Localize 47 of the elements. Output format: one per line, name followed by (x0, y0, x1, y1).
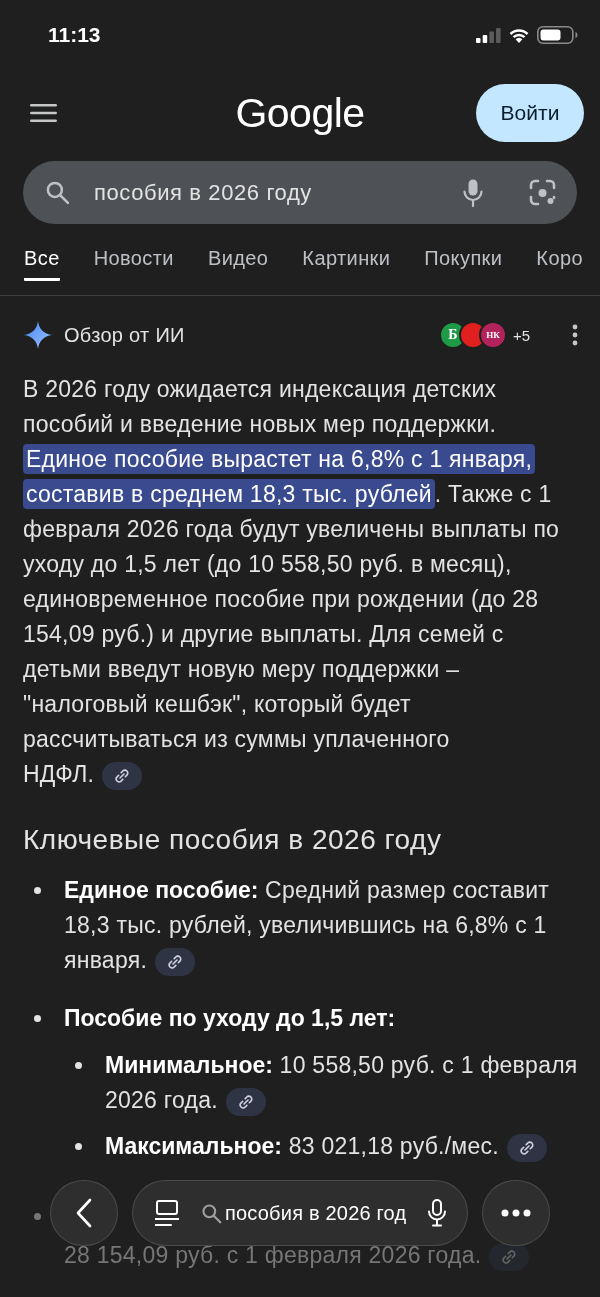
link-icon (519, 1140, 534, 1155)
more-icon[interactable] (572, 324, 578, 346)
mic-icon[interactable] (427, 1199, 447, 1227)
sparkle-icon (24, 321, 52, 349)
list-bullet-icon (34, 887, 41, 894)
search-field[interactable]: пособия в 2026 году (23, 161, 577, 224)
search-tab[interactable]: Новости (93, 246, 174, 281)
wifi-icon (508, 27, 530, 43)
camera-icon[interactable] (529, 179, 556, 206)
source-link-button[interactable] (155, 947, 196, 976)
ai-overview-title: Обзор от ИИ (64, 323, 185, 347)
search-tab[interactable]: Все (24, 246, 60, 281)
tabs-icon[interactable] (155, 1199, 179, 1227)
sources-button[interactable]: Б НК +5 (438, 321, 530, 349)
list-item-text: Единое пособие: Средний размер составит 18,3 тыс. рублей, увеличившись на 6,8% с 1 января. (64, 873, 588, 978)
link-icon (502, 1249, 517, 1264)
sign-in-button[interactable]: Войти (476, 84, 584, 142)
link-icon (238, 1094, 253, 1109)
search-tab[interactable]: Видео (207, 246, 269, 281)
search-icon (201, 1202, 222, 1224)
list-bullet-icon (75, 1143, 82, 1150)
search-tab[interactable]: Коро (536, 246, 583, 281)
source-link-button[interactable] (225, 1087, 266, 1116)
source-link-button[interactable] (506, 1133, 547, 1162)
source-logo: НК (478, 321, 507, 349)
search-tab[interactable]: Картинки (302, 246, 391, 281)
search-icon (45, 180, 70, 205)
list-item-text: Пособие по уходу до 1,5 лет: (64, 1004, 397, 1033)
list-bullet-icon (75, 1062, 82, 1069)
link-icon (168, 954, 183, 969)
list-item-text: Минимальное: 10 558,50 руб. с 1 февраля 2026 года. (105, 1048, 588, 1118)
battery-icon (537, 26, 578, 44)
signal-icon (476, 27, 501, 43)
list-item-text: Максимальное: 83 021,18 руб./мес. (105, 1129, 588, 1164)
status-time: 11:13 (48, 23, 101, 47)
list-bullet-icon (34, 1213, 41, 1220)
search-tab[interactable]: Покупки (424, 246, 503, 281)
section-heading: Ключевые пособия в 2026 году (23, 823, 443, 857)
menu-icon[interactable] (30, 103, 57, 123)
address-bar[interactable]: пособия в 2026 год (132, 1180, 468, 1246)
link-icon (115, 768, 130, 783)
more-icon (501, 1209, 531, 1217)
source-link-button[interactable] (102, 761, 143, 790)
list-bullet-icon (34, 1015, 41, 1022)
address-bar-query: пособия в 2026 год (225, 1201, 407, 1225)
google-logo: Google (235, 89, 365, 137)
overview-text: В 2026 году ожидается индексация детских пособий и введение новых мер поддержки. Единое пособие вырастет на 6,8% с 1 января, составив в среднем 18,3 тыс. рублей. Также с 1 февраля 2026 года будут увеличены выплаты по уходу до 1,5 лет (до 10 558,50 руб. в месяц), единовременное пособие при рождении (до 28 154,09 руб.) и другие выплаты. Для семей с детьми введут новую меру поддержки – "налоговый кешбэк", который будет рассчитываться из суммы уплаченного НДФЛ. (23, 372, 562, 792)
